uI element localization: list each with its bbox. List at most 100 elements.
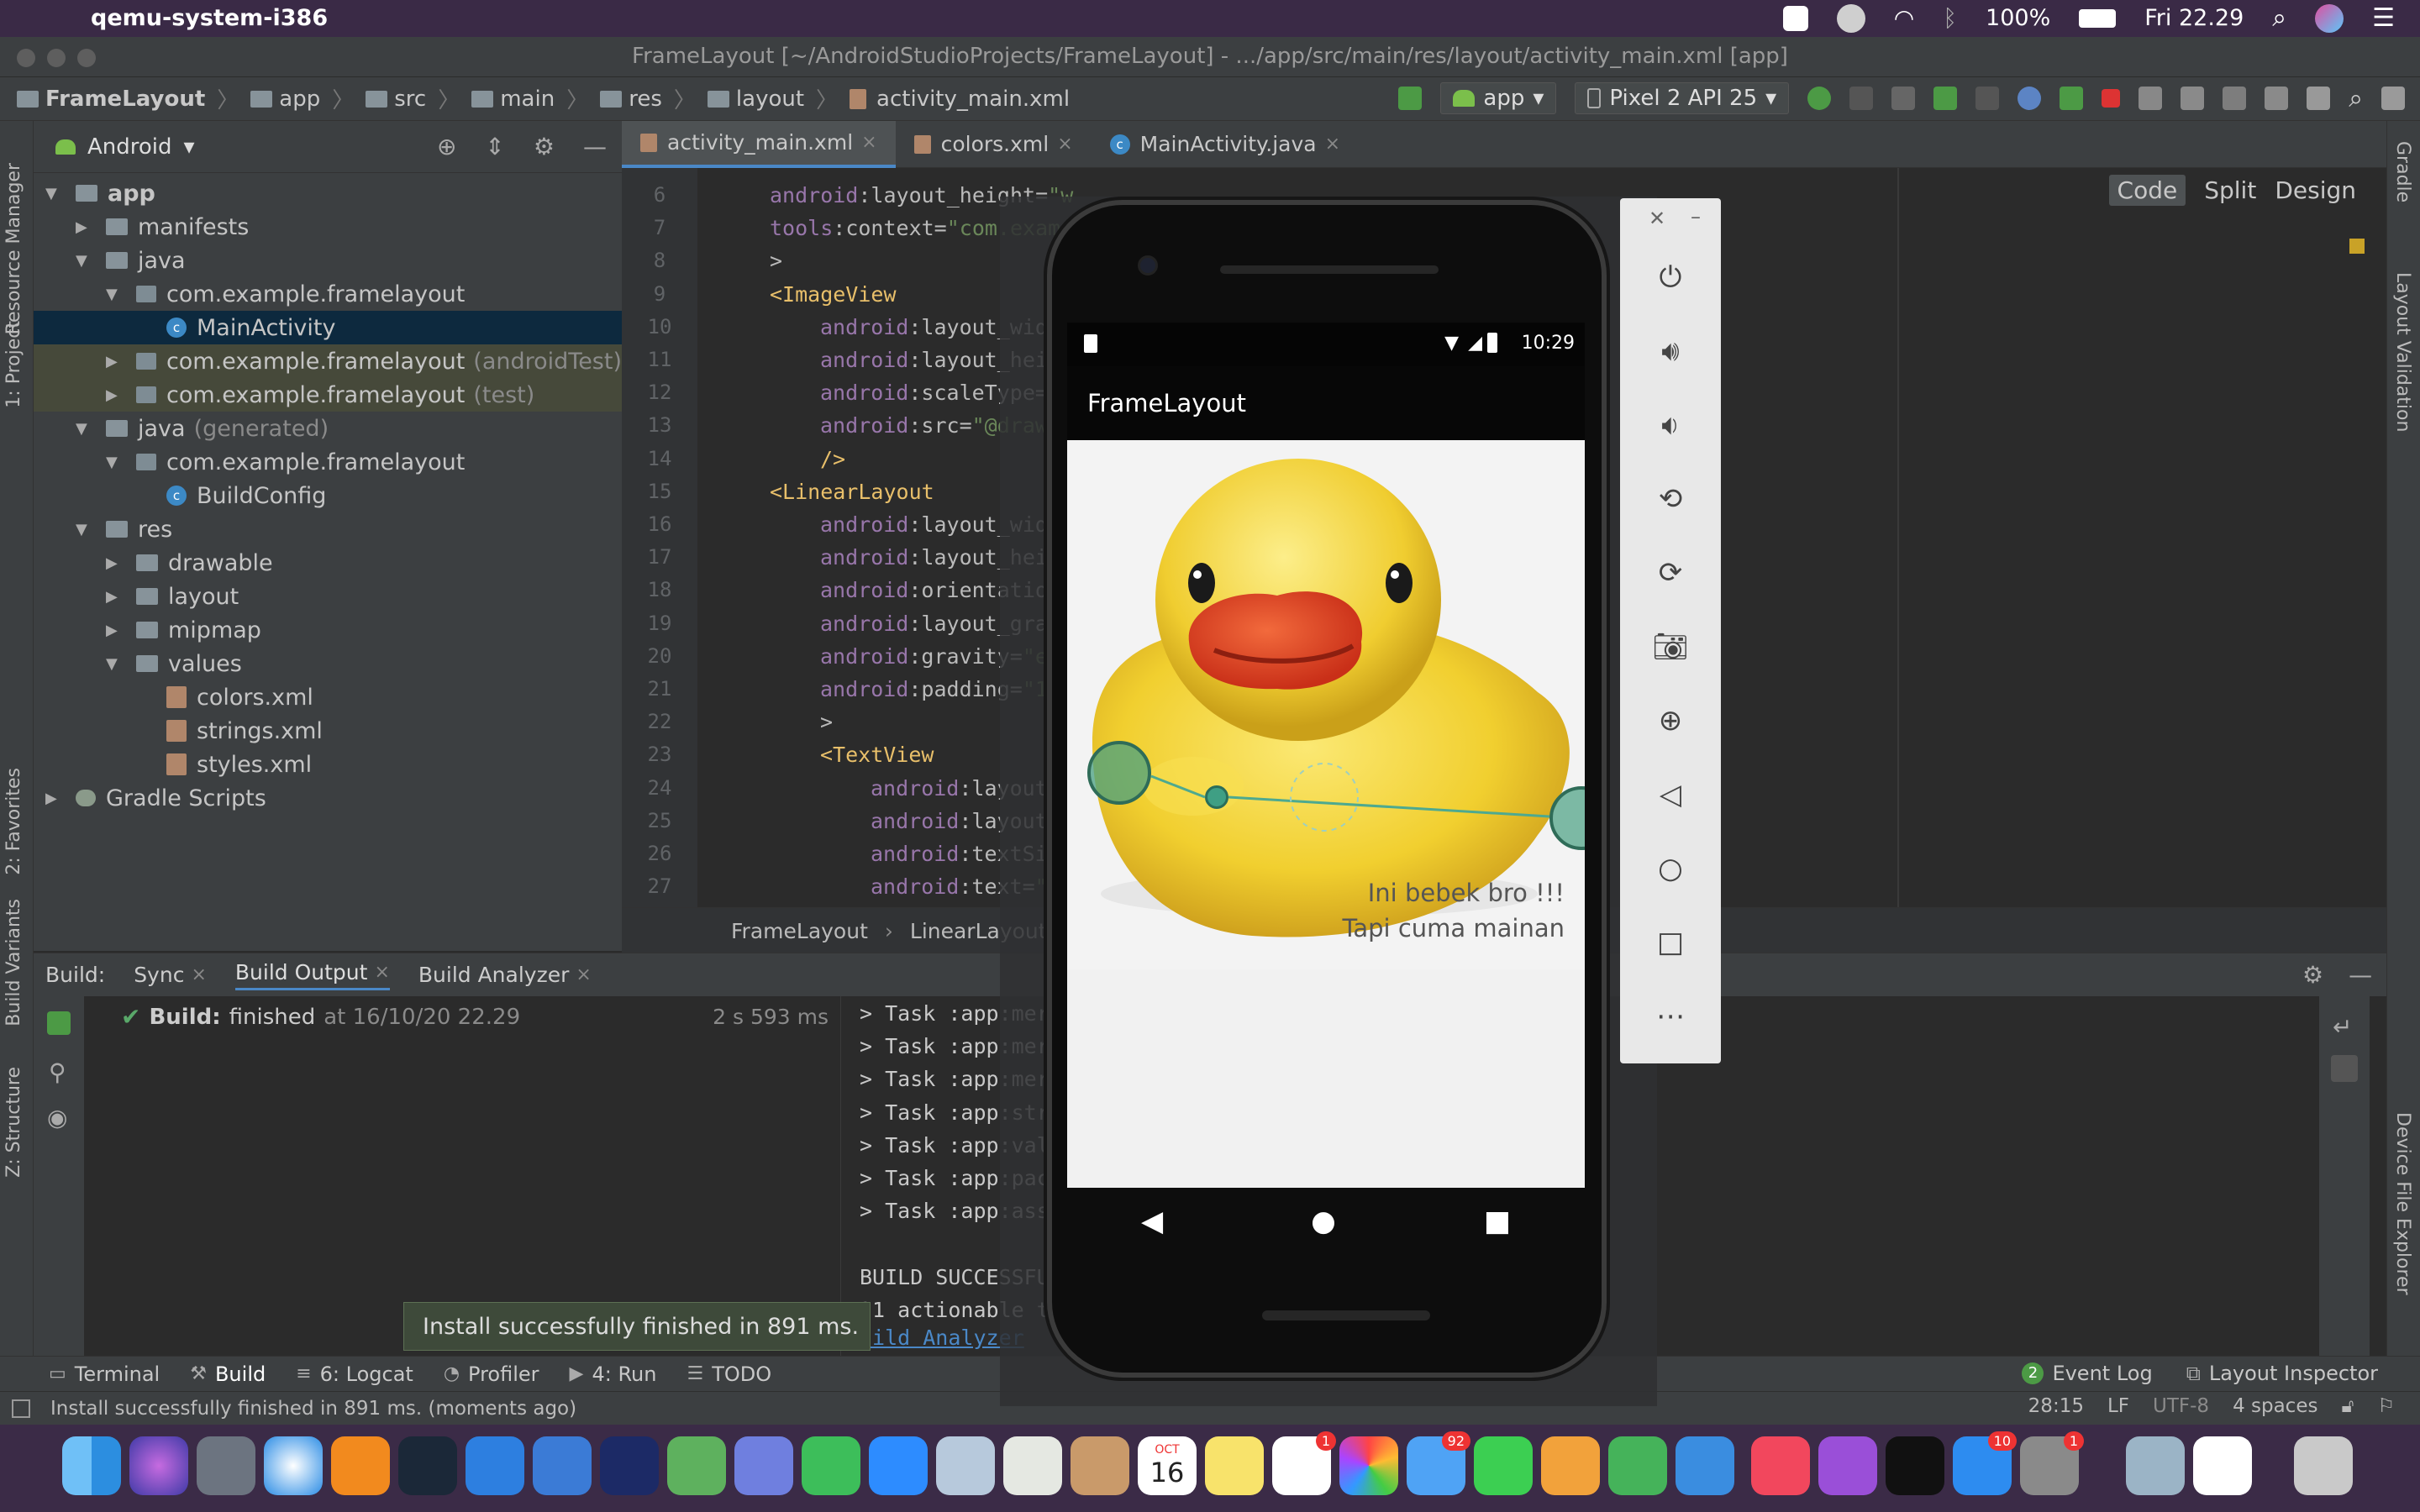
attach-debugger-icon[interactable] [2060,87,2084,110]
podcasts-icon[interactable] [1818,1436,1877,1495]
build-tab[interactable]: Build Output × [234,960,390,990]
breadcrumb-item[interactable]: src [366,87,426,112]
tree-node[interactable]: ▶ Gradle Scripts [34,781,622,815]
tool-window-button[interactable]: ◔ Profiler [444,1362,539,1386]
tool-window-button[interactable]: ⚒ Build [190,1362,266,1386]
notification-center-icon[interactable]: ☰ [2372,3,2395,33]
tree-node[interactable]: ▼ res [34,512,622,546]
right-tool-tab[interactable]: Layout Validation [2392,272,2413,432]
expand-arrow-icon[interactable]: ▼ [106,655,123,673]
photos-icon[interactable] [1339,1436,1398,1495]
close-tab-icon[interactable]: × [861,132,876,153]
left-tool-tab[interactable]: Z: Structure [3,1067,24,1178]
line-separator[interactable]: LF [2107,1395,2129,1417]
chevron-down-icon[interactable]: ▾ [184,134,195,160]
lock-icon[interactable]: 🔓︎ [2341,1395,2354,1417]
caret-position[interactable]: 28:15 [2028,1395,2084,1417]
rotate-left-icon[interactable]: ⟲ [1652,480,1689,517]
build-result-row[interactable]: ✔ Build: finished at 16/10/20 22.29 [121,1003,520,1031]
view-mode-split[interactable]: Split [2204,176,2256,204]
collapse-arrow-icon[interactable]: ▶ [76,218,92,236]
build-hammer-icon[interactable] [47,1011,71,1035]
facetime-icon[interactable] [1474,1436,1533,1495]
tree-node[interactable]: ▶ mipmap [34,613,622,647]
coverage-icon[interactable] [1975,87,2000,110]
indent-setting[interactable]: 4 spaces [2233,1395,2317,1417]
tree-node[interactable]: ▶ manifests [34,210,622,244]
collapse-arrow-icon[interactable]: ▶ [106,554,123,572]
project-structure-icon[interactable] [2307,87,2331,110]
numbers-icon[interactable] [1608,1436,1667,1495]
close-tab-icon[interactable]: × [1057,134,1072,155]
finder-icon[interactable] [62,1436,121,1495]
android-back-icon[interactable]: ◀ [1141,1205,1163,1238]
tree-node[interactable]: c BuildConfig [34,479,622,512]
close-tab-icon[interactable]: × [374,962,389,983]
avd-manager-icon[interactable] [2181,87,2205,110]
more-icon[interactable]: ⋯ [1652,998,1689,1035]
close-tab-icon[interactable]: × [1325,134,1340,155]
android-studio-icon[interactable] [667,1436,726,1495]
tree-node[interactable]: ▶ drawable [34,546,622,580]
search-icon[interactable]: ⌕ [2349,84,2363,113]
power-icon[interactable]: ⏻ [1652,259,1689,296]
collapse-arrow-icon[interactable]: ▶ [45,790,62,807]
rotate-right-icon[interactable]: ⟳ [1652,554,1689,591]
hide-panel-icon[interactable]: — [2349,961,2372,989]
left-tool-tab[interactable]: 1: Project [3,321,24,408]
tree-node[interactable]: ▼ com.example.framelayout [34,445,622,479]
battery-icon[interactable] [2079,8,2117,28]
back-icon[interactable]: ◁ [1652,776,1689,813]
expand-arrow-icon[interactable]: ▼ [76,252,92,270]
tree-node[interactable]: ▼ java [34,244,622,277]
trash-icon[interactable] [2294,1436,2353,1495]
apply-code-changes-icon[interactable] [1891,87,1916,110]
volume-down-icon[interactable]: 🔉︎ [1652,407,1689,444]
breadcrumb-item[interactable]: FrameLayout [17,87,205,112]
editor-tab[interactable]: c MainActivity.java × [1092,121,1359,168]
project-view-selector[interactable]: Android [87,134,172,160]
assistant-icon[interactable] [2381,87,2405,110]
screenshot-folder-icon[interactable] [2126,1436,2185,1495]
build-tab[interactable]: Build Analyzer × [418,963,592,987]
tree-node[interactable]: ▶ com.example.framelayout (test) [34,378,622,412]
contacts-icon[interactable] [1071,1436,1129,1495]
tool-window-button[interactable]: ☰ TODO [687,1362,771,1386]
file-encoding[interactable]: UTF-8 [2153,1395,2209,1417]
app-store-icon[interactable]: 10 [1953,1431,2017,1495]
editor-tab[interactable]: colors.xml × [896,121,1092,168]
tool-window-button[interactable]: 2 Event Log [2022,1362,2153,1385]
minimize-icon[interactable]: – [1691,205,1701,228]
wifi-icon[interactable]: ◠ [1894,4,1914,32]
debug-icon[interactable] [1933,87,1958,110]
collapse-all-icon[interactable]: ⇕ [485,133,504,160]
gear-icon[interactable]: ⚙ [534,133,555,160]
line-icon[interactable] [802,1436,860,1495]
tool-window-button[interactable]: ▭ Terminal [49,1362,160,1386]
zoom-icon[interactable] [869,1436,928,1495]
pin-icon[interactable]: ⚲ [49,1058,66,1086]
device-manager-icon[interactable] [2265,87,2289,110]
tree-node[interactable]: styles.xml [34,748,622,781]
spotlight-search-icon[interactable]: ⌕ [2272,3,2286,33]
left-tool-tab[interactable]: Build Variants [3,899,24,1026]
expand-arrow-icon[interactable]: ▼ [76,420,92,438]
close-tab-icon[interactable]: × [576,964,591,985]
run-config-select[interactable]: app ▾ [1440,82,1557,114]
maps-icon[interactable] [1003,1436,1062,1495]
status-message[interactable]: Install successfully finished in 891 ms.… [50,1398,576,1420]
editor-tab[interactable]: activity_main.xml × [622,120,896,168]
calendar-icon[interactable]: OCT 16 [1138,1436,1197,1495]
tool-window-button[interactable]: ≡ 6: Logcat [296,1362,413,1386]
close-icon[interactable]: ✕ [1649,207,1665,230]
tree-node[interactable]: ▼ values [34,647,622,680]
profile-icon[interactable] [2018,87,2042,110]
make-project-icon[interactable] [1398,87,1423,110]
right-tool-tab[interactable]: Gradle [2392,141,2413,202]
siri-icon[interactable] [129,1436,188,1495]
view-mode-design[interactable]: Design [2275,176,2356,204]
locate-icon[interactable]: ⊕ [437,133,456,160]
overview-icon[interactable]: □ [1652,924,1689,961]
messages-icon[interactable]: 92 [1407,1431,1470,1495]
close-tab-icon[interactable]: × [191,964,206,985]
